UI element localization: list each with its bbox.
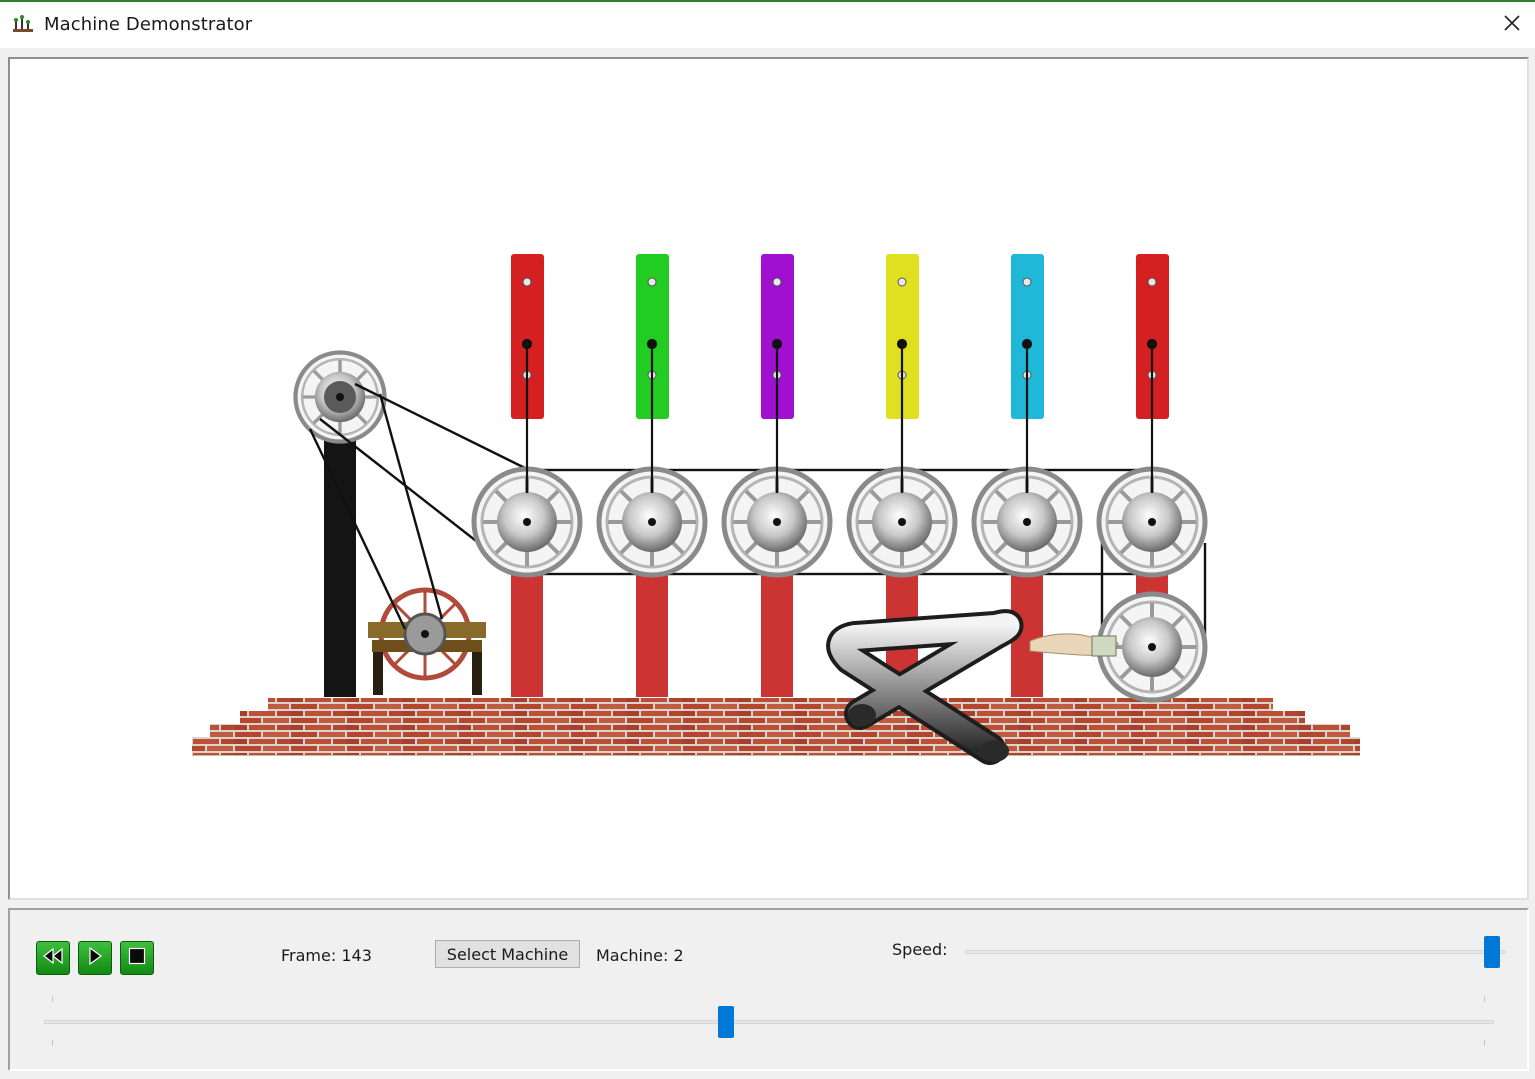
timeline-track bbox=[44, 1020, 1494, 1024]
close-button[interactable] bbox=[1489, 2, 1535, 48]
frame-label: Frame: 143 bbox=[281, 946, 372, 965]
bench-wheel bbox=[368, 587, 486, 695]
timeline-thumb[interactable] bbox=[718, 1006, 734, 1038]
play-icon bbox=[87, 946, 103, 970]
close-icon bbox=[1503, 14, 1521, 37]
select-machine-button[interactable]: Select Machine bbox=[435, 940, 580, 968]
speed-slider-track bbox=[965, 950, 1505, 954]
machine-app-icon bbox=[12, 14, 34, 34]
tick bbox=[52, 1040, 53, 1046]
speed-slider-thumb[interactable] bbox=[1484, 936, 1500, 968]
tick bbox=[1484, 1040, 1485, 1046]
hand bbox=[1029, 633, 1119, 657]
paddle-row bbox=[511, 254, 1169, 419]
window-title: Machine Demonstrator bbox=[44, 14, 253, 35]
control-panel: Frame: 143 Select Machine Machine: 2 Spe… bbox=[8, 908, 1529, 1071]
stop-icon bbox=[128, 947, 146, 970]
tick bbox=[1484, 996, 1485, 1002]
play-button[interactable] bbox=[78, 941, 112, 975]
rewind-icon bbox=[42, 947, 64, 969]
machine-label: Machine: 2 bbox=[596, 946, 684, 965]
rewind-button[interactable] bbox=[36, 941, 70, 975]
timeline-slider[interactable] bbox=[44, 994, 1494, 1050]
machine-canvas bbox=[8, 57, 1529, 900]
speed-slider[interactable] bbox=[965, 934, 1505, 970]
speed-label: Speed: bbox=[892, 940, 948, 959]
brick-floor bbox=[192, 698, 1360, 756]
tick bbox=[52, 996, 53, 1002]
title-bar: Machine Demonstrator bbox=[0, 0, 1535, 48]
stop-button[interactable] bbox=[120, 941, 154, 975]
drive-post bbox=[295, 352, 384, 697]
